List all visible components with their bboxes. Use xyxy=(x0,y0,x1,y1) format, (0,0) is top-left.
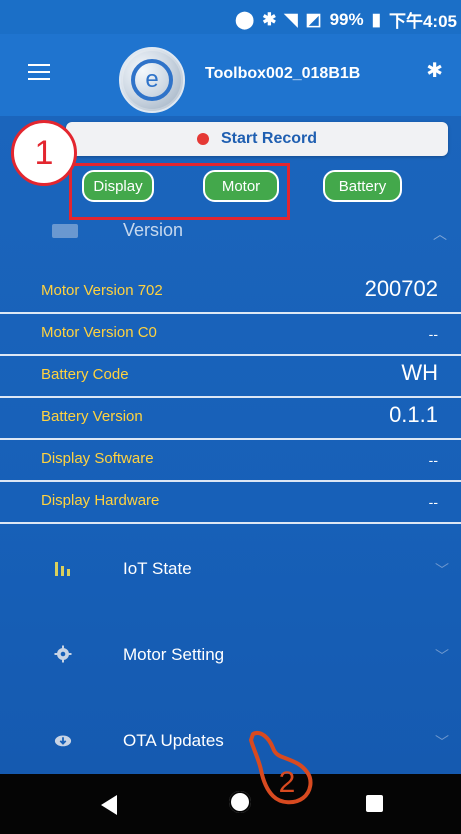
battery-percent: 99% xyxy=(329,9,364,29)
version-value: 0.1.1 xyxy=(389,402,438,427)
version-title: Version xyxy=(123,220,184,240)
section-motor-setting[interactable]: Motor Setting ﹀ xyxy=(0,636,461,676)
version-label: Motor Version 702 xyxy=(41,282,163,299)
location-icon: ⬤ xyxy=(235,9,255,29)
app-logo: e xyxy=(119,47,185,113)
section-title: OTA Updates xyxy=(123,731,224,750)
recent-apps-icon[interactable] xyxy=(366,795,383,812)
android-nav-bar xyxy=(0,774,461,834)
version-label: Battery Code xyxy=(41,366,129,383)
version-list: Motor Version 702 200702 Motor Version C… xyxy=(0,272,461,524)
annotation-step-2: 2 xyxy=(279,766,296,799)
start-record-label: Start Record xyxy=(220,130,318,147)
menu-icon[interactable] xyxy=(28,64,50,82)
chart-bars-icon xyxy=(55,562,70,576)
version-row: Battery Code WH xyxy=(0,356,461,398)
section-title: IoT State xyxy=(123,559,192,578)
annotation-box-tabs xyxy=(69,163,290,220)
version-value: WH xyxy=(401,360,438,385)
status-bar: ⬤ ✱ ◥ ◩ 99% ▮ 下午4:05 xyxy=(0,0,461,34)
no-sim-icon: ◩ xyxy=(305,9,322,29)
version-section-header[interactable]: Version ︿ xyxy=(0,216,461,248)
version-label: Motor Version C0 xyxy=(41,324,157,341)
section-title: Motor Setting xyxy=(123,645,225,664)
chip-icon xyxy=(52,224,78,238)
version-value: 200702 xyxy=(364,276,438,301)
section-ota-updates[interactable]: OTA Updates ﹀ xyxy=(0,722,461,762)
cloud-download-icon xyxy=(54,735,72,747)
version-label: Display Software xyxy=(41,450,154,467)
version-value: -- xyxy=(428,452,438,468)
battery-icon: ▮ xyxy=(371,9,381,29)
version-label: Battery Version xyxy=(41,408,143,425)
bluetooth-icon: ✱ xyxy=(262,9,277,29)
version-row: Display Software -- xyxy=(0,440,461,482)
back-icon[interactable] xyxy=(101,795,117,815)
device-name: Toolbox002_018B1B xyxy=(205,65,361,82)
chevron-down-icon: ﹀ xyxy=(435,648,449,664)
tab-battery[interactable]: Battery xyxy=(323,170,402,202)
version-value: -- xyxy=(428,326,438,342)
version-row: Battery Version 0.1.1 xyxy=(0,398,461,440)
version-value: -- xyxy=(428,494,438,510)
wifi-icon: ◥ xyxy=(284,9,298,29)
clock: 下午4:05 xyxy=(388,12,457,31)
gear-icon xyxy=(54,645,72,663)
annotation-step-1: 1 xyxy=(11,120,77,186)
record-dot-icon xyxy=(196,133,209,145)
logo-letter: e xyxy=(145,66,158,93)
version-row: Motor Version C0 -- xyxy=(0,314,461,356)
version-row: Display Hardware -- xyxy=(0,482,461,524)
start-record-button[interactable]: Start Record xyxy=(66,122,448,156)
version-row: Motor Version 702 200702 xyxy=(0,272,461,314)
chevron-down-icon: ﹀ xyxy=(435,734,449,750)
bluetooth-icon[interactable]: ✱ xyxy=(426,58,443,83)
hand-pointer-icon: 2 xyxy=(249,731,313,805)
app-bar: e Toolbox002_018B1B ✱ xyxy=(0,34,461,116)
chevron-up-icon: ︿ xyxy=(433,226,447,242)
chevron-down-icon: ﹀ xyxy=(435,562,449,578)
main-content: Start Record Display Motor Battery 1 Ver… xyxy=(0,116,461,774)
section-iot-state[interactable]: IoT State ﹀ xyxy=(0,550,461,590)
version-label: Display Hardware xyxy=(41,492,160,509)
